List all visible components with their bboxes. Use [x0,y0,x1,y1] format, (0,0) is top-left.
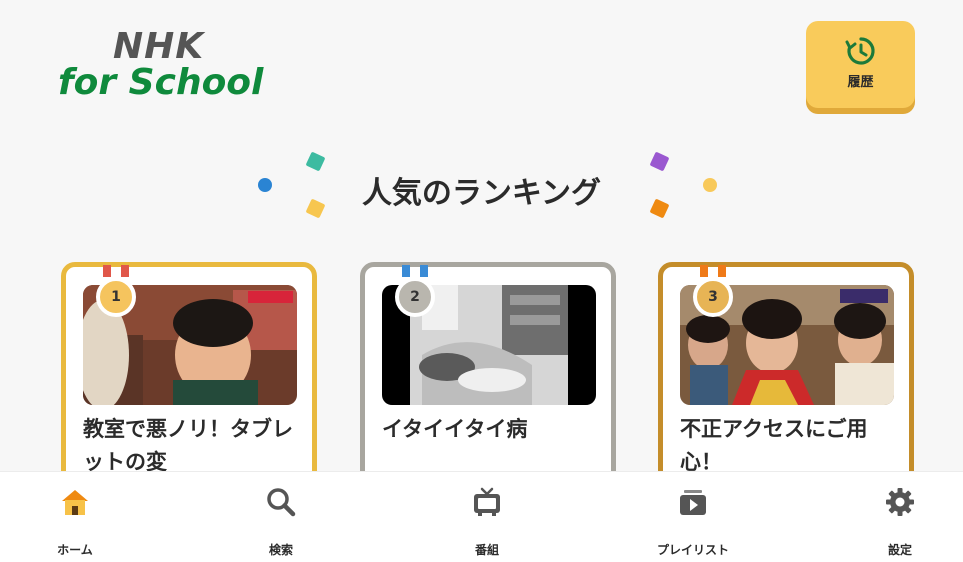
history-button-label: 履歴 [847,75,874,90]
ranking-section-title: 人気のランキング [361,176,602,211]
nav-label: ホーム [57,543,93,557]
nav-settings[interactable]: 設定 [845,472,955,562]
nav-label: 検索 [268,543,293,557]
rank-number: 2 [410,289,420,305]
nav-search[interactable]: 検索 [226,472,336,562]
playlist-icon [680,490,706,515]
nhk-for-school-logo: NHK for School [58,26,288,106]
ranking-card-title: 不正アクセスにご用心！ [680,417,868,474]
nav-label: 番組 [474,543,499,557]
medal-ribbon [402,265,428,277]
nav-home[interactable]: ホーム [20,472,130,562]
nav-label: プレイリスト [656,543,729,557]
history-icon [845,37,875,65]
search-icon [267,488,296,517]
history-button[interactable]: 履歴 [806,21,915,108]
rank-number: 1 [111,289,121,305]
rank-1-medal: 1 [96,277,136,317]
bottom-navigation: ホーム 検索 番組 プレイリスト 設定 [0,471,963,562]
gear-icon [886,488,914,516]
tv-icon [474,487,500,516]
nav-programs[interactable]: 番組 [432,472,542,562]
ranking-card-title: イタイイタイ病 [382,417,528,441]
rank-3-medal: 3 [693,277,733,317]
nav-label: 設定 [887,543,912,557]
medal-ribbon [103,265,129,277]
rank-number: 3 [708,289,718,305]
ranking-card-title: 教室で悪ノリ！タブレットの変 [83,417,293,474]
logo-for-school-text: for School [58,62,264,103]
home-icon [62,490,88,515]
medal-ribbon [700,265,726,277]
logo-nhk-text: NHK [113,26,205,67]
nav-playlist[interactable]: プレイリスト [638,472,748,562]
rank-2-medal: 2 [395,277,435,317]
